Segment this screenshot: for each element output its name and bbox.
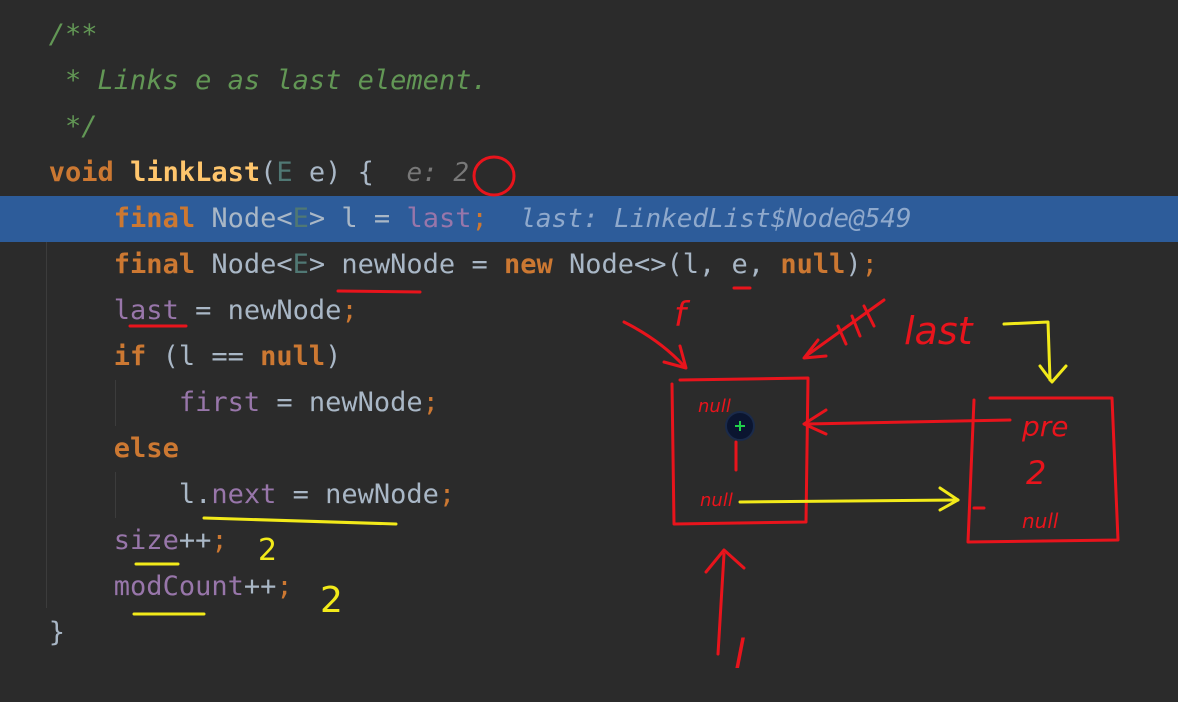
code-line: } [0,610,1178,656]
field-ref: modCount [113,571,244,602]
comment-text: * Links e as last element. [48,65,488,96]
code-token: e) { [292,157,374,188]
keyword: new [503,249,553,280]
code-token: ; [861,249,878,280]
code-line: */ [0,104,1178,150]
keyword: if [113,341,147,372]
code-token: ; [438,479,456,510]
code-token: ; [211,525,228,556]
code-line: size++; [0,518,1178,564]
debug-inline-value: e: 2 [406,158,470,188]
code-token: ; [341,295,358,326]
code-token: = newNode [260,387,423,418]
code-line: final Node<E> newNode = new Node<>(l, e,… [0,242,1178,288]
keyword: final [113,249,196,280]
comment-text: */ [48,111,98,142]
keyword: null [260,341,326,372]
current-execution-line: final Node<E> l = last; last: LinkedList… [0,196,1178,242]
type-param: E [292,249,309,280]
debug-inline-value: last: LinkedList$Node@549 [520,204,912,234]
keyword: null [780,249,846,280]
code-token: > l = [308,203,407,234]
field-ref: last [406,203,472,234]
method-name: linkLast [130,157,261,188]
code-line: * Links e as last element. [0,58,1178,104]
code-token: Node< [211,203,293,234]
keyword: else [113,433,179,464]
code-token: ; [471,203,488,234]
code-line: l.next = newNode; [0,472,1178,518]
code-line: void linkLast(E e) { e: 2 [0,150,1178,196]
field-ref: last [113,295,179,326]
code-token: } [48,617,66,648]
code-token: ++ [243,571,277,602]
field-ref: size [113,525,179,556]
type-param: E [276,157,293,188]
code-token: ; [422,387,439,418]
keyword: void [48,157,114,188]
comment-text: /** [48,19,98,50]
keyword: final [113,203,196,234]
code-token: ++ [178,525,212,556]
code-token: (l == [146,341,261,372]
field-ref: next [211,479,277,510]
code-token: = newNode [276,479,439,510]
code-line: modCount++; [0,564,1178,610]
code-token: ; [276,571,293,602]
code-line: else [0,426,1178,472]
code-token: > newNode = [308,249,504,280]
field-ref: first [178,387,261,418]
code-token: Node< [211,249,293,280]
code-token: l. [178,479,212,510]
code-token: = newNode [178,295,342,326]
code-line: last = newNode; [0,288,1178,334]
type-param: E [292,203,309,234]
code-token: Node<>(l, e, [552,249,781,280]
code-line: /** [0,12,1178,58]
code-line: first = newNode; [0,380,1178,426]
code-token: ) [845,249,862,280]
code-token: ( [260,157,277,188]
code-token: ) [325,341,342,372]
code-line: if (l == null) [0,334,1178,380]
